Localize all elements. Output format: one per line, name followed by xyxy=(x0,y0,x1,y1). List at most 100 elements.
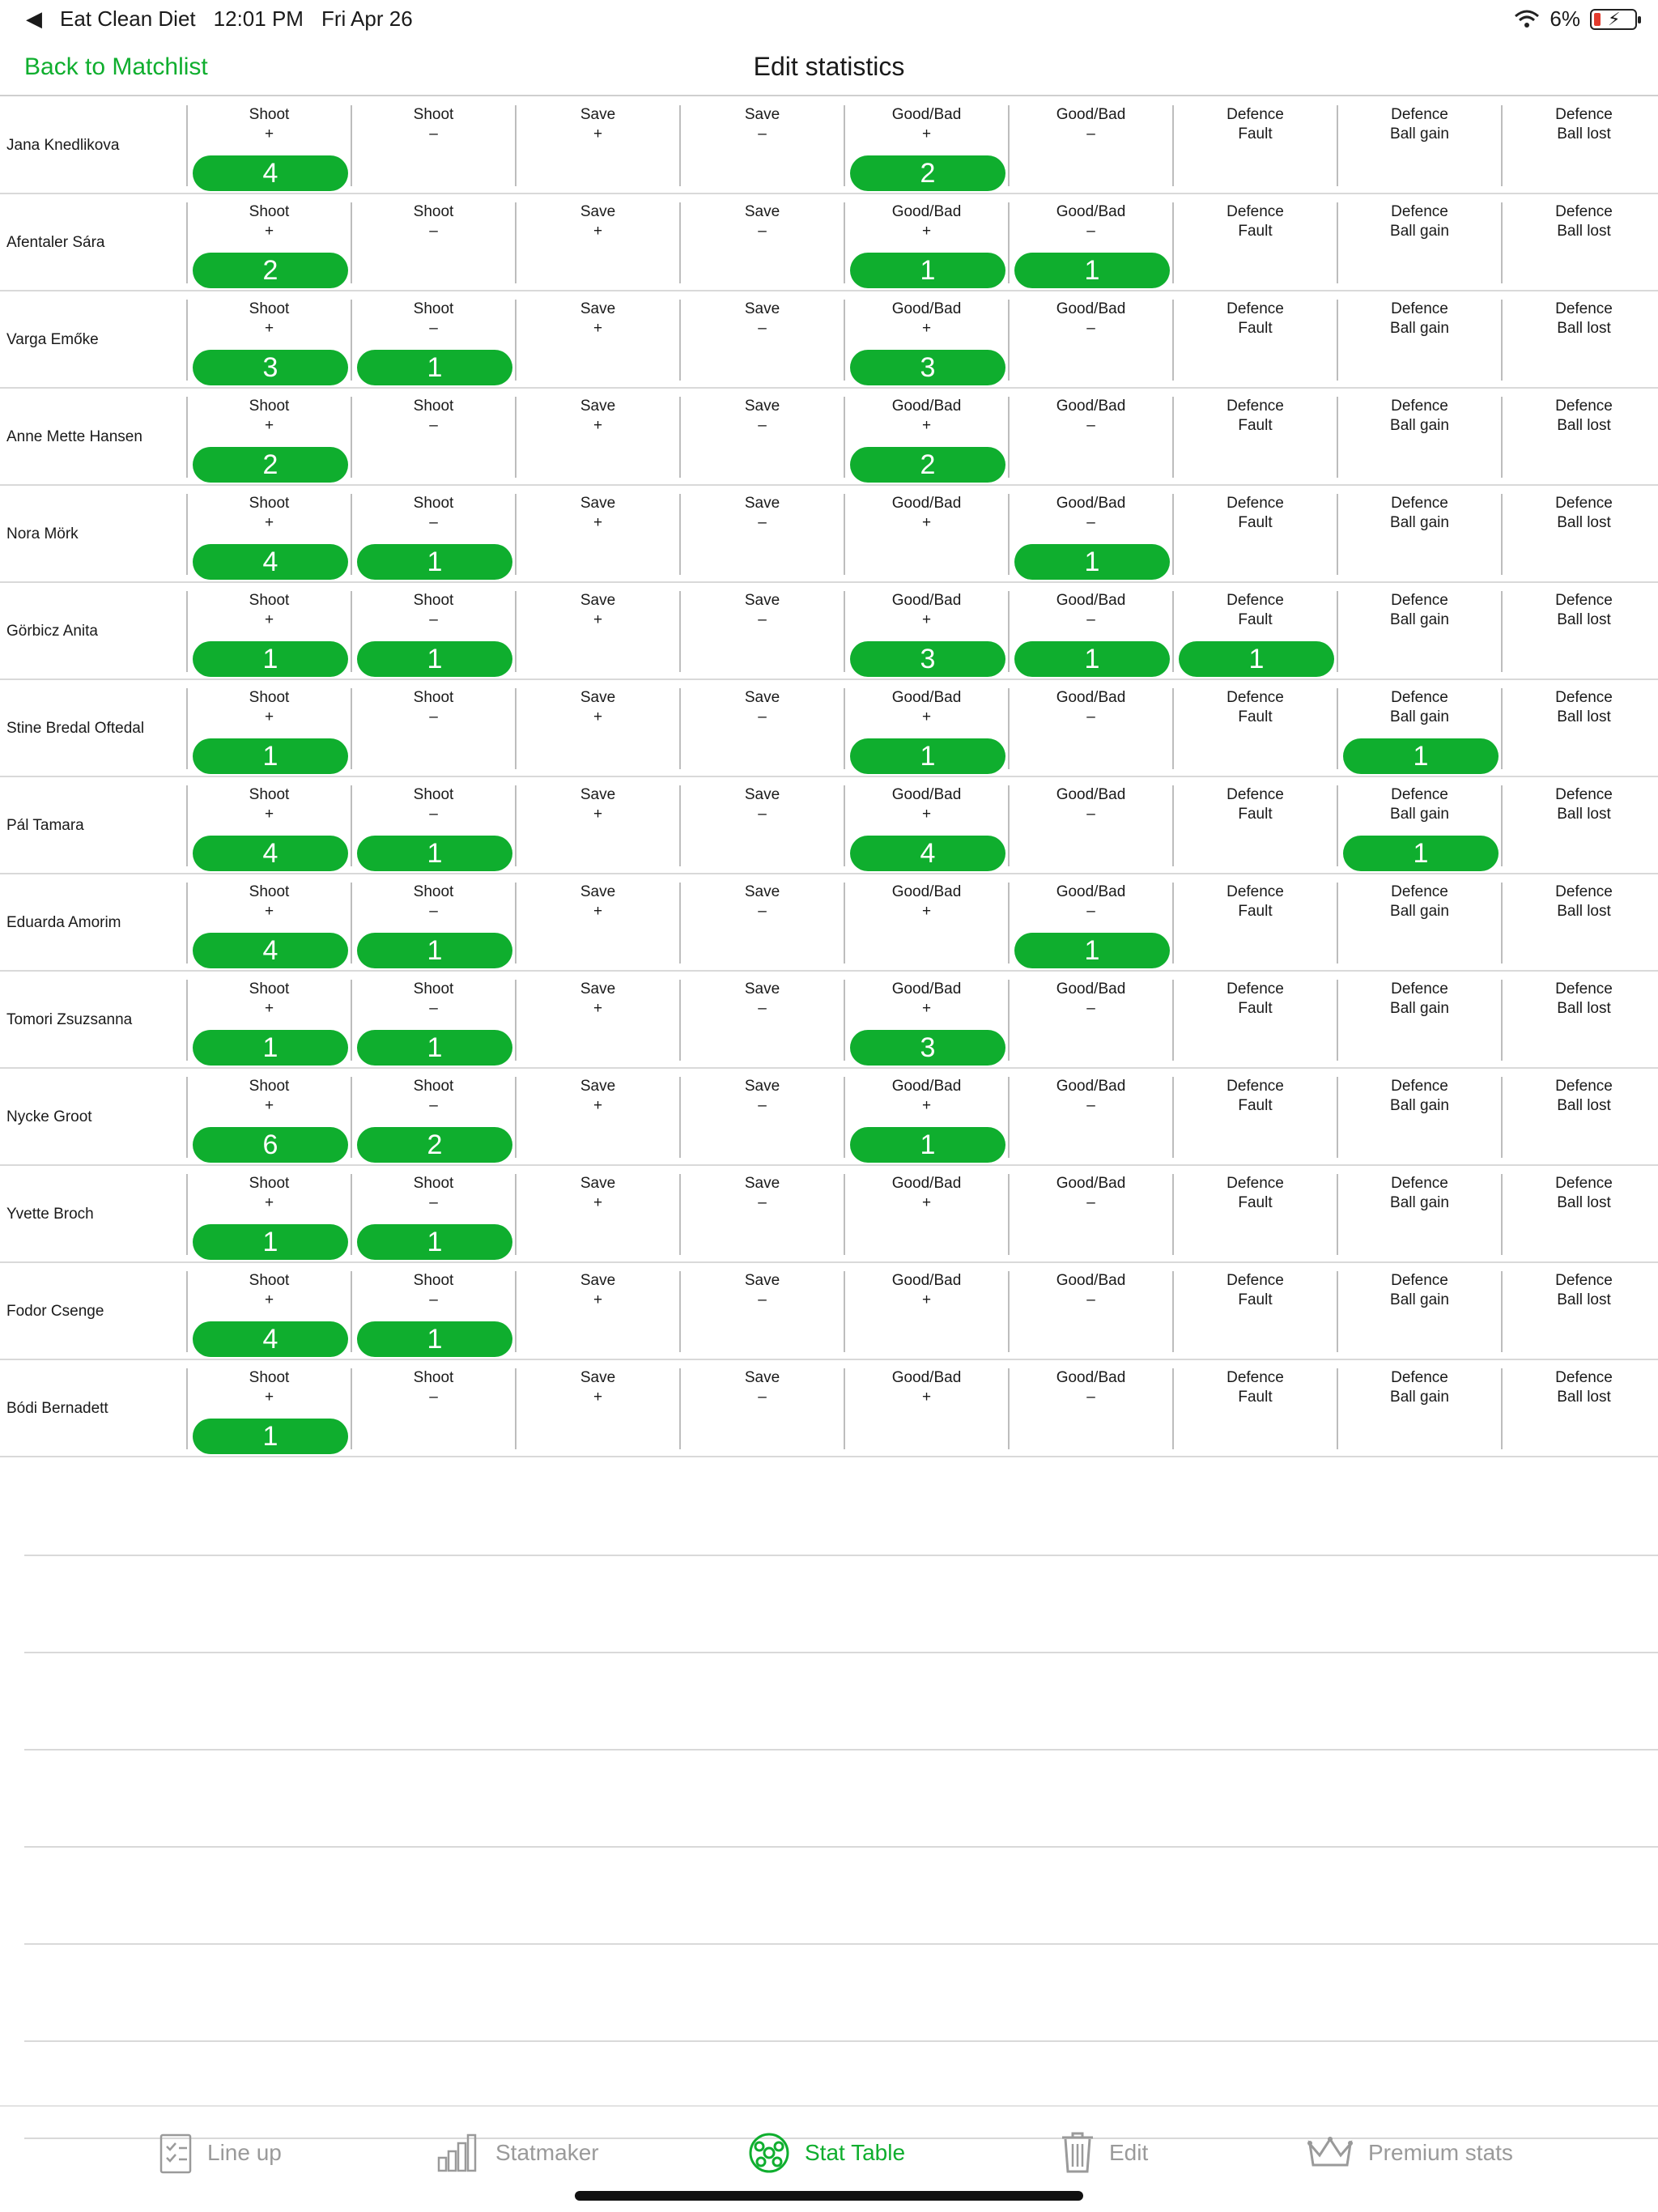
stat-cell[interactable]: Defence Ball lost xyxy=(1501,300,1658,381)
stat-cell[interactable]: Good/Bad + xyxy=(844,1174,1008,1255)
stat-value-pill[interactable]: 1 xyxy=(357,350,512,385)
stat-value-pill[interactable]: 4 xyxy=(193,933,348,968)
player-name[interactable]: Jana Knedlikova xyxy=(6,97,185,194)
stat-cell[interactable]: Save – xyxy=(679,397,844,478)
stat-cell[interactable]: Shoot – xyxy=(351,1368,515,1449)
player-name[interactable]: Fodor Csenge xyxy=(6,1263,185,1360)
stat-cell[interactable]: Defence Ball gain xyxy=(1337,1271,1501,1352)
stat-cell[interactable]: Defence Fault xyxy=(1172,883,1337,963)
stat-cell[interactable]: Defence Ball gain 1 xyxy=(1337,688,1501,774)
back-to-app-chevron-icon[interactable]: ◀ xyxy=(26,6,42,32)
stat-value-pill[interactable]: 4 xyxy=(193,155,348,191)
stat-value-pill[interactable]: 3 xyxy=(850,350,1005,385)
stat-cell[interactable]: Defence Fault xyxy=(1172,494,1337,575)
stat-cell[interactable]: Good/Bad – xyxy=(1008,1174,1172,1255)
stat-cell[interactable]: Shoot +4 xyxy=(186,883,351,968)
stat-cell[interactable]: Save – xyxy=(679,591,844,672)
stat-cell[interactable]: Shoot – xyxy=(351,397,515,478)
stat-cell[interactable]: Defence Ball lost xyxy=(1501,1174,1658,1255)
stat-cell[interactable]: Defence Ball gain xyxy=(1337,397,1501,478)
stat-value-pill[interactable]: 1 xyxy=(357,641,512,677)
stat-cell[interactable]: Save – xyxy=(679,494,844,575)
stat-cell[interactable]: Good/Bad + xyxy=(844,1368,1008,1449)
stat-value-pill[interactable]: 1 xyxy=(1014,253,1170,288)
stat-cell[interactable]: Good/Bad – xyxy=(1008,300,1172,381)
stat-cell[interactable]: Save – xyxy=(679,105,844,186)
stat-cell[interactable]: Defence Ball gain xyxy=(1337,105,1501,186)
stat-cell[interactable]: Good/Bad – xyxy=(1008,397,1172,478)
stat-value-pill[interactable]: 6 xyxy=(193,1127,348,1163)
stat-cell[interactable]: Shoot +1 xyxy=(186,980,351,1066)
stat-cell[interactable]: Save + xyxy=(515,1077,679,1158)
stat-cell[interactable]: Defence Fault xyxy=(1172,1271,1337,1352)
stat-cell[interactable]: Defence Ball lost xyxy=(1501,785,1658,866)
stat-cell[interactable]: Defence Ball lost xyxy=(1501,105,1658,186)
player-name[interactable]: Bódi Bernadett xyxy=(6,1360,185,1457)
stat-cell[interactable]: Defence Ball gain xyxy=(1337,202,1501,283)
stat-cell[interactable]: Save – xyxy=(679,300,844,381)
stat-cell[interactable]: Defence Ball lost xyxy=(1501,202,1658,283)
stat-value-pill[interactable]: 2 xyxy=(193,253,348,288)
stat-cell[interactable]: Save + xyxy=(515,1271,679,1352)
stat-cell[interactable]: Defence Ball gain xyxy=(1337,1077,1501,1158)
stat-cell[interactable]: Save + xyxy=(515,202,679,283)
stat-value-pill[interactable]: 1 xyxy=(193,1030,348,1066)
stat-cell[interactable]: Shoot +1 xyxy=(186,688,351,774)
stat-value-pill[interactable]: 1 xyxy=(357,836,512,871)
stat-cell[interactable]: Save + xyxy=(515,785,679,866)
stat-cell[interactable]: Save + xyxy=(515,494,679,575)
stat-cell[interactable]: Defence Ball lost xyxy=(1501,1368,1658,1449)
stat-cell[interactable]: Shoot +2 xyxy=(186,202,351,288)
tab-line-up[interactable]: Line up xyxy=(159,2125,282,2181)
stat-cell[interactable]: Good/Bad +2 xyxy=(844,105,1008,191)
stat-value-pill[interactable]: 1 xyxy=(193,1224,348,1260)
stat-cell[interactable]: Save – xyxy=(679,688,844,769)
stat-cell[interactable]: Defence Fault xyxy=(1172,105,1337,186)
stat-value-pill[interactable]: 1 xyxy=(850,1127,1005,1163)
stat-value-pill[interactable]: 1 xyxy=(850,738,1005,774)
back-to-app-label[interactable]: Eat Clean Diet xyxy=(60,6,196,32)
tab-edit[interactable]: Edit xyxy=(1061,2125,1148,2181)
stat-cell[interactable]: Defence Ball lost xyxy=(1501,397,1658,478)
stat-value-pill[interactable]: 2 xyxy=(850,447,1005,483)
stat-value-pill[interactable]: 1 xyxy=(1179,641,1334,677)
stat-cell[interactable]: Good/Bad – xyxy=(1008,1077,1172,1158)
stat-cell[interactable]: Shoot +6 xyxy=(186,1077,351,1163)
player-name[interactable]: Tomori Zsuzsanna xyxy=(6,972,185,1069)
player-name[interactable]: Varga Emőke xyxy=(6,291,185,389)
stat-cell[interactable]: Shoot +1 xyxy=(186,591,351,677)
stat-cell[interactable]: Shoot – 1 xyxy=(351,980,515,1066)
stat-cell[interactable]: Shoot +3 xyxy=(186,300,351,385)
stat-cell[interactable]: Defence Ball lost xyxy=(1501,883,1658,963)
stat-value-pill[interactable]: 1 xyxy=(193,641,348,677)
player-name[interactable]: Anne Mette Hansen xyxy=(6,389,185,486)
stat-cell[interactable]: Shoot – 1 xyxy=(351,1174,515,1260)
stat-value-pill[interactable]: 2 xyxy=(357,1127,512,1163)
tab-statmaker[interactable]: Statmaker xyxy=(437,2125,599,2181)
player-name[interactable]: Stine Bredal Oftedal xyxy=(6,680,185,777)
stat-value-pill[interactable]: 1 xyxy=(357,1030,512,1066)
stat-cell[interactable]: Defence Ball lost xyxy=(1501,1271,1658,1352)
stat-cell[interactable]: Shoot – 1 xyxy=(351,494,515,580)
stat-cell[interactable]: Save – xyxy=(679,202,844,283)
stat-cell[interactable]: Save – xyxy=(679,1174,844,1255)
stat-cell[interactable]: Defence Fault xyxy=(1172,1174,1337,1255)
stat-value-pill[interactable]: 1 xyxy=(193,1419,348,1454)
stat-value-pill[interactable]: 3 xyxy=(850,641,1005,677)
stat-cell[interactable]: Shoot – 1 xyxy=(351,591,515,677)
stat-cell[interactable]: Save + xyxy=(515,883,679,963)
stat-cell[interactable]: Defence Ball gain 1 xyxy=(1337,785,1501,871)
stat-cell[interactable]: Defence Fault xyxy=(1172,688,1337,769)
stat-cell[interactable]: Save – xyxy=(679,980,844,1061)
stat-cell[interactable]: Good/Bad – xyxy=(1008,1271,1172,1352)
stat-cell[interactable]: Save + xyxy=(515,1174,679,1255)
stat-cell[interactable]: Shoot +1 xyxy=(186,1174,351,1260)
stat-cell[interactable]: Good/Bad + xyxy=(844,1271,1008,1352)
stat-cell[interactable]: Good/Bad – 1 xyxy=(1008,591,1172,677)
stat-value-pill[interactable]: 1 xyxy=(357,1321,512,1357)
stat-value-pill[interactable]: 2 xyxy=(193,447,348,483)
stat-cell[interactable]: Shoot +2 xyxy=(186,397,351,483)
stat-cell[interactable]: Save – xyxy=(679,1271,844,1352)
player-name[interactable]: Pál Tamara xyxy=(6,777,185,874)
stat-cell[interactable]: Shoot – xyxy=(351,105,515,186)
